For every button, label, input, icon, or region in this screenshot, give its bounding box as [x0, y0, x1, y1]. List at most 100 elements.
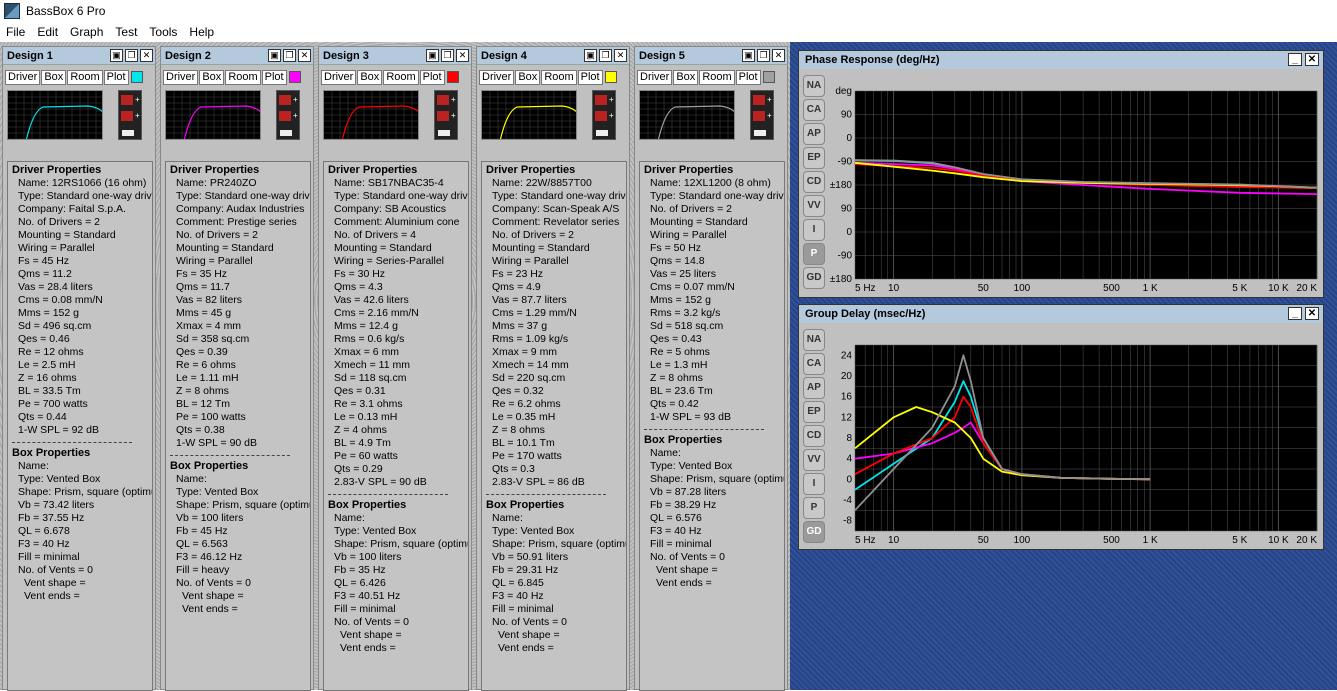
close-icon[interactable]: ✕: [298, 49, 311, 62]
minimize-button[interactable]: _: [1288, 53, 1302, 66]
design-tabs: Driver Box Room Plot: [477, 68, 629, 86]
tab-driver[interactable]: Driver: [479, 69, 515, 85]
copy-icon[interactable]: ❐: [441, 49, 454, 62]
tab-box[interactable]: Box: [515, 69, 541, 85]
driver-property: Xmax = 9 mm: [492, 346, 558, 358]
close-icon[interactable]: ✕: [772, 49, 785, 62]
graph-button-vv[interactable]: VV: [803, 449, 825, 471]
close-icon[interactable]: ✕: [140, 49, 153, 62]
menu-help[interactable]: Help: [183, 25, 220, 39]
driver-properties-header: Driver Properties: [12, 164, 102, 176]
graph-button-na[interactable]: NA: [803, 329, 825, 351]
tab-box[interactable]: Box: [41, 69, 67, 85]
graph-button-ap[interactable]: AP: [803, 123, 825, 145]
tab-driver[interactable]: Driver: [163, 69, 199, 85]
tab-room[interactable]: Room: [541, 69, 577, 85]
minimize-button[interactable]: _: [1288, 307, 1302, 320]
driver-property: Wiring = Parallel: [492, 255, 569, 267]
graph-button-ep[interactable]: EP: [803, 147, 825, 169]
tab-plot[interactable]: Plot: [261, 69, 287, 85]
tab-plot[interactable]: Plot: [419, 69, 445, 85]
plot-color-swatch[interactable]: [762, 71, 775, 83]
driver-property: Fs = 45 Hz: [18, 255, 70, 267]
design-panel-1: Design 1 ▣ ❐ ✕ Driver Box Room Plot + + Dri…: [2, 46, 156, 691]
close-icon[interactable]: ✕: [456, 49, 469, 62]
tab-driver[interactable]: Driver: [321, 69, 357, 85]
design-tabs: Driver Box Room Plot: [161, 68, 313, 86]
menu-graph[interactable]: Graph: [64, 25, 109, 39]
tab-plot[interactable]: Plot: [103, 69, 129, 85]
separator: [170, 450, 290, 456]
menu-file[interactable]: File: [0, 25, 31, 39]
save-icon[interactable]: ▣: [426, 49, 439, 62]
graph-button-p[interactable]: P: [803, 497, 825, 519]
driver-property: Pe = 700 watts: [18, 398, 88, 410]
box-property: Fill = heavy: [176, 564, 230, 576]
graph-button-ep[interactable]: EP: [803, 401, 825, 423]
close-button[interactable]: ✕: [1305, 53, 1319, 66]
save-icon[interactable]: ▣: [268, 49, 281, 62]
response-thumbnail[interactable]: [165, 90, 261, 140]
x-tick-label: 5 Hz: [855, 283, 876, 294]
menu-test[interactable]: Test: [109, 25, 143, 39]
graph-button-gd[interactable]: GD: [803, 267, 825, 289]
speaker-icon: + +: [750, 90, 774, 140]
y-tick-label: 0: [846, 133, 852, 144]
graph-button-cd[interactable]: CD: [803, 425, 825, 447]
close-icon[interactable]: ✕: [614, 49, 627, 62]
properties-list: Driver Properties Name: SB17NBAC35-4 Type:…: [323, 161, 469, 691]
thumbnail-response-curve: [657, 105, 734, 139]
tab-driver[interactable]: Driver: [5, 69, 41, 85]
tab-room[interactable]: Room: [699, 69, 735, 85]
driver-property: Vas = 25 liters: [650, 268, 717, 280]
save-icon[interactable]: ▣: [110, 49, 123, 62]
copy-icon[interactable]: ❐: [599, 49, 612, 62]
menu-edit[interactable]: Edit: [31, 25, 64, 39]
graph-button-i[interactable]: I: [803, 219, 825, 241]
driver-property: Mounting = Standard: [176, 242, 274, 254]
driver-property: 1-W SPL = 90 dB: [176, 437, 258, 449]
graph-button-ap[interactable]: AP: [803, 377, 825, 399]
y-tick-label: -90: [838, 251, 853, 262]
tab-room[interactable]: Room: [383, 69, 419, 85]
tab-box[interactable]: Box: [357, 69, 383, 85]
response-thumbnail[interactable]: [639, 90, 735, 140]
response-thumbnail[interactable]: [323, 90, 419, 140]
driver-property: Wiring = Parallel: [650, 229, 727, 241]
tab-plot[interactable]: Plot: [735, 69, 761, 85]
tab-box[interactable]: Box: [673, 69, 699, 85]
graph-button-p[interactable]: P: [803, 243, 825, 265]
close-button[interactable]: ✕: [1305, 307, 1319, 320]
plot-color-swatch[interactable]: [288, 71, 301, 83]
driver-property: Wiring = Series-Parallel: [334, 255, 444, 267]
copy-icon[interactable]: ❐: [283, 49, 296, 62]
tab-driver[interactable]: Driver: [637, 69, 673, 85]
y-tick-label: 8: [846, 433, 852, 444]
tab-plot[interactable]: Plot: [577, 69, 603, 85]
speaker-icon: + +: [592, 90, 616, 140]
box-property: Vb = 100 liters: [334, 551, 402, 563]
plot-color-swatch[interactable]: [604, 71, 617, 83]
tab-room[interactable]: Room: [225, 69, 261, 85]
menu-tools[interactable]: Tools: [143, 25, 183, 39]
save-icon[interactable]: ▣: [742, 49, 755, 62]
graph-button-gd[interactable]: GD: [803, 521, 825, 543]
copy-icon[interactable]: ❐: [757, 49, 770, 62]
copy-icon[interactable]: ❐: [125, 49, 138, 62]
tab-box[interactable]: Box: [199, 69, 225, 85]
save-icon[interactable]: ▣: [584, 49, 597, 62]
graph-button-cd[interactable]: CD: [803, 171, 825, 193]
x-tick-label: 10 K: [1268, 283, 1289, 294]
driver-property: Name: 12RS1066 (16 ohm): [18, 177, 147, 189]
tab-room[interactable]: Room: [67, 69, 103, 85]
graph-button-na[interactable]: NA: [803, 75, 825, 97]
graph-button-vv[interactable]: VV: [803, 195, 825, 217]
graph-button-i[interactable]: I: [803, 473, 825, 495]
response-thumbnail[interactable]: [7, 90, 103, 140]
graph-button-ca[interactable]: CA: [803, 353, 825, 375]
graph-button-ca[interactable]: CA: [803, 99, 825, 121]
plot-color-swatch[interactable]: [130, 71, 143, 83]
properties-list: Driver Properties Name: 12RS1066 (16 ohm)…: [7, 161, 153, 691]
plot-color-swatch[interactable]: [446, 71, 459, 83]
response-thumbnail[interactable]: [481, 90, 577, 140]
